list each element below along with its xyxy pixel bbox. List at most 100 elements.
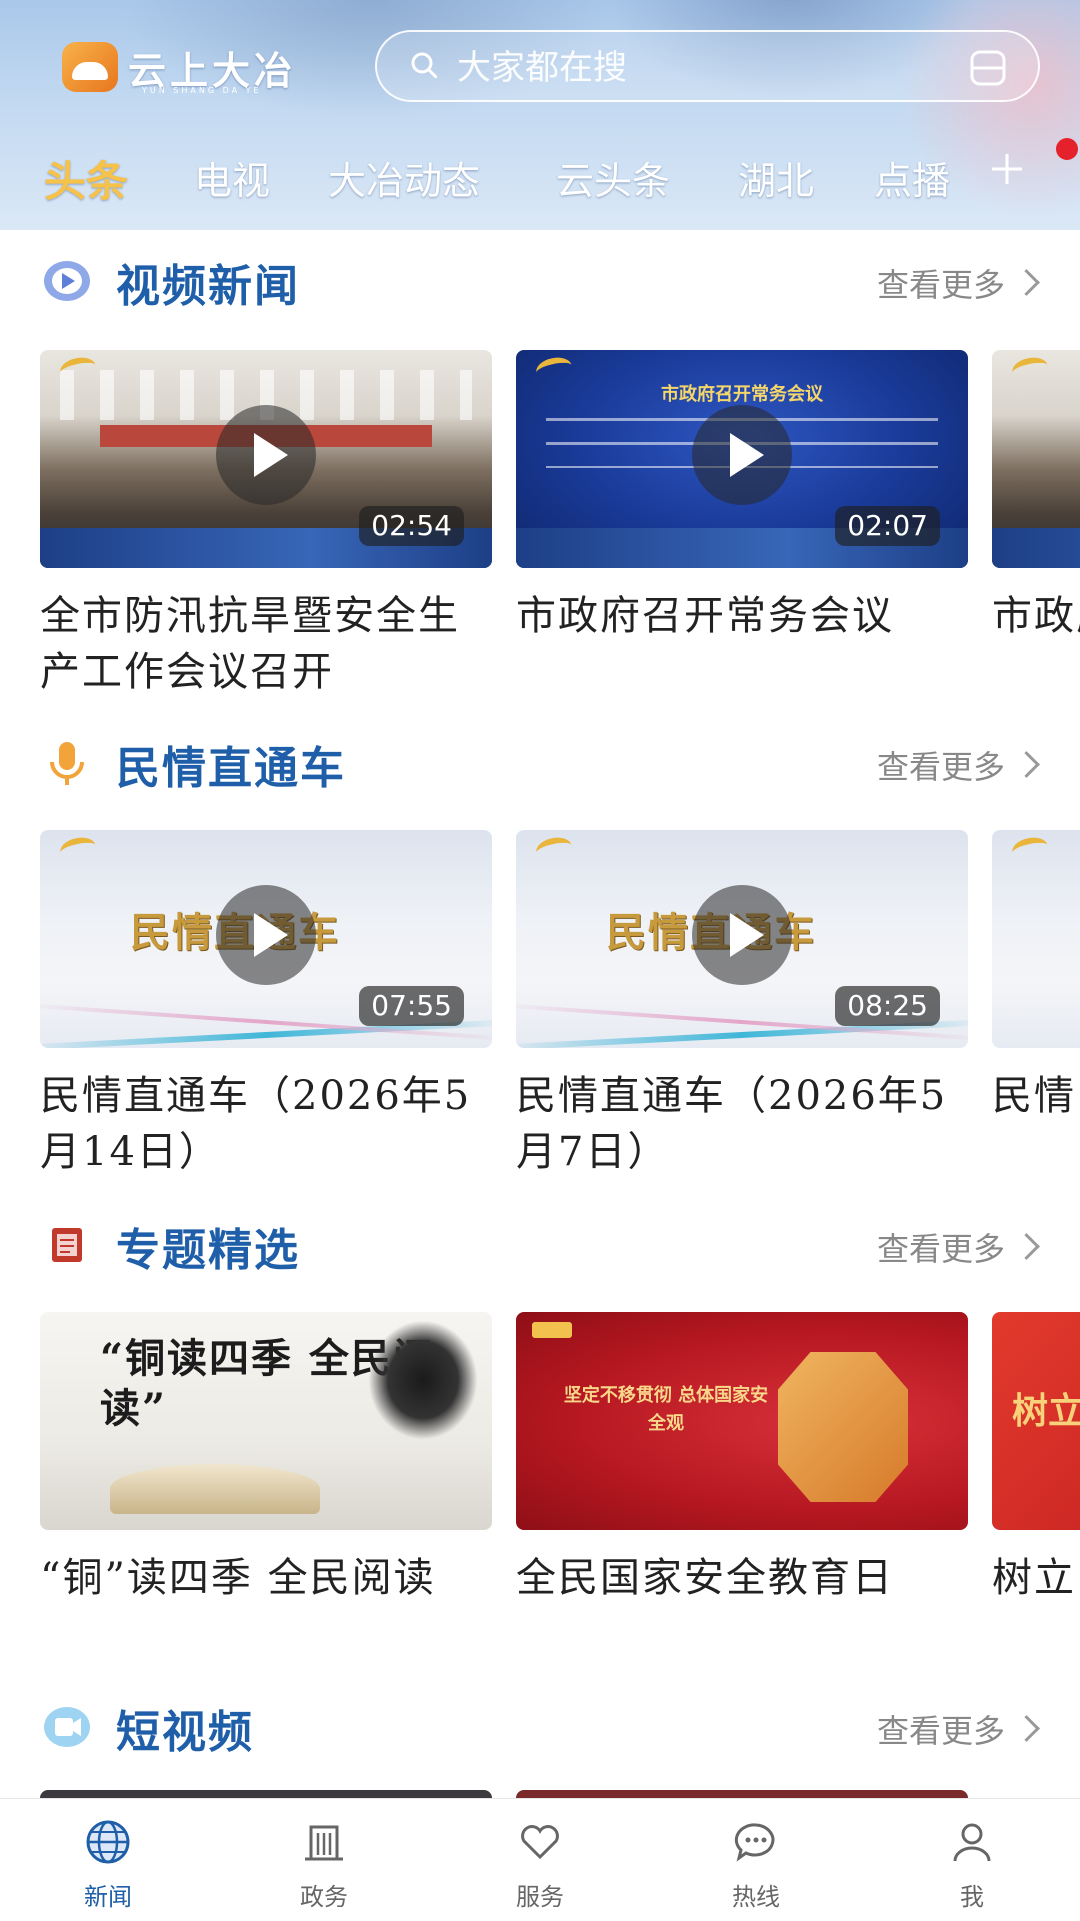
tab-hubei[interactable]: 湖北 <box>738 150 814 205</box>
tab-news[interactable]: 新闻 <box>0 1799 216 1921</box>
video-thumbnail[interactable] <box>992 350 1080 568</box>
topic-thumbnail[interactable]: 坚定不移贯彻 总体国家安全观 <box>516 1312 968 1530</box>
user-icon <box>953 1823 991 1862</box>
topic-book-icon <box>52 1228 82 1262</box>
video-thumbnail[interactable]: 市政府召开常务会议 02:07 <box>516 350 968 568</box>
tab-me[interactable]: 我 <box>864 1799 1080 1921</box>
tab-daye-news[interactable]: 大冶动态 <box>328 150 480 205</box>
video-title[interactable]: 市政府…和践… <box>992 588 1080 644</box>
video-duration: 02:07 <box>835 506 940 546</box>
video-card[interactable]: 市政府…和践… <box>992 350 1080 644</box>
see-more-label: 查看更多 <box>876 748 1005 786</box>
notification-dot <box>1056 138 1078 160</box>
video-title[interactable]: 民情…年4… <box>992 1068 1080 1124</box>
add-channel-icon[interactable] <box>990 152 1024 186</box>
tab-label: 热线 <box>732 1883 780 1911</box>
video-thumbnail[interactable]: 民情直通车 08:25 <box>516 830 968 1048</box>
play-button-icon[interactable] <box>216 885 316 985</box>
tab-tv[interactable]: 电视 <box>194 150 270 205</box>
app-header: 云上大冶 YUN SHANG DA YE 头条 电视 大冶动态 云头条 湖北 点… <box>0 0 1080 230</box>
open-book-art <box>110 1464 320 1514</box>
app-logo[interactable]: 云上大冶 YUN SHANG DA YE <box>62 40 322 100</box>
video-duration: 08:25 <box>835 986 940 1026</box>
topic-title[interactable]: “铜”读四季 全民阅读 <box>40 1550 492 1606</box>
video-title[interactable]: 民情直通车（2026年5月14日） <box>40 1068 492 1180</box>
building-icon <box>305 1825 343 1861</box>
thumb-art <box>992 528 1080 568</box>
chat-bubble-icon <box>734 1823 775 1862</box>
scan-icon[interactable] <box>968 48 1008 88</box>
calligraphy-art <box>368 1320 478 1440</box>
globe-icon <box>86 1820 130 1864</box>
topic-title[interactable]: 全民国家安全教育日 <box>516 1550 968 1606</box>
chevron-right-icon <box>1013 269 1040 296</box>
see-more-link[interactable]: 查看更多 <box>876 742 1040 788</box>
video-thumbnail[interactable] <box>992 830 1080 1048</box>
topic-slogan: 树立 <box>1012 1390 1080 1432</box>
chevron-right-icon <box>1013 1715 1040 1742</box>
tab-cloud-headlines[interactable]: 云头条 <box>556 150 670 205</box>
video-card[interactable]: 民情直通车 08:25 民情直通车（2026年5月7日） <box>516 830 968 1180</box>
logo-icon <box>62 42 118 92</box>
chevron-right-icon <box>1013 751 1040 778</box>
video-title[interactable]: 市政府召开常务会议 <box>516 588 968 644</box>
tab-label: 我 <box>960 1883 984 1911</box>
video-thumbnail[interactable]: 02:54 <box>40 350 492 568</box>
topic-thumbnail[interactable]: 树立 <box>992 1312 1080 1530</box>
tab-hotline[interactable]: 热线 <box>648 1799 864 1921</box>
section-title: 视频新闻 <box>116 261 300 312</box>
bottom-tab-bar: 新闻 政务 服务 热线 我 <box>0 1798 1080 1921</box>
see-more-link[interactable]: 查看更多 <box>876 1224 1040 1270</box>
search-icon[interactable] <box>411 52 437 78</box>
section-featured-topics-header: 专题精选 查看更多 <box>0 1210 1080 1280</box>
video-title[interactable]: 全市防汛抗旱暨安全生产工作会议召开 <box>40 588 492 700</box>
channel-logo-icon <box>1010 834 1050 864</box>
tab-label: 新闻 <box>84 1883 132 1911</box>
topic-card[interactable]: “铜读四季 全民阅读” “铜”读四季 全民阅读 <box>40 1312 492 1606</box>
heart-icon <box>521 1825 559 1860</box>
topic-card[interactable]: 坚定不移贯彻 总体国家安全观 全民国家安全教育日 <box>516 1312 968 1606</box>
play-circle-icon <box>44 261 90 301</box>
see-more-label: 查看更多 <box>876 266 1005 304</box>
section-public-affairs-header: 民情直通车 查看更多 <box>0 728 1080 798</box>
see-more-link[interactable]: 查看更多 <box>877 1706 1040 1752</box>
topic-badge <box>532 1322 572 1338</box>
security-cube-art <box>778 1352 908 1502</box>
chevron-right-icon <box>1013 1233 1040 1260</box>
tab-label: 服务 <box>516 1883 564 1911</box>
channel-logo-icon <box>58 834 98 864</box>
topic-thumbnail[interactable]: “铜读四季 全民阅读” <box>40 1312 492 1530</box>
thumbnail-headline: 市政府召开常务会议 <box>661 384 823 405</box>
tab-government[interactable]: 政务 <box>216 1799 432 1921</box>
featured-topics-carousel[interactable]: “铜读四季 全民阅读” “铜”读四季 全民阅读 坚定不移贯彻 总体国家安全观 全… <box>40 1312 1080 1692</box>
section-title: 专题精选 <box>116 1225 300 1276</box>
microphone-icon <box>50 742 84 785</box>
play-button-icon[interactable] <box>216 405 316 505</box>
topic-card[interactable]: 树立 树立…观 <box>992 1312 1080 1606</box>
video-card[interactable]: 市政府召开常务会议 02:07 市政府召开常务会议 <box>516 350 968 644</box>
tab-label: 政务 <box>300 1883 348 1911</box>
section-title: 短视频 <box>116 1707 254 1758</box>
tab-headlines[interactable]: 头条 <box>44 148 128 209</box>
video-duration: 07:55 <box>359 986 464 1026</box>
topic-slogan: 坚定不移贯彻 总体国家安全观 <box>563 1385 769 1434</box>
play-button-icon[interactable] <box>692 405 792 505</box>
video-card[interactable]: 民情…年4… <box>992 830 1080 1124</box>
topic-title[interactable]: 树立…观 <box>992 1550 1080 1606</box>
public-affairs-carousel[interactable]: 民情直通车 07:55 民情直通车（2026年5月14日） 民情直通车 08:2… <box>40 830 1080 1210</box>
video-thumbnail[interactable]: 民情直通车 07:55 <box>40 830 492 1048</box>
play-button-icon[interactable] <box>692 885 792 985</box>
video-card[interactable]: 民情直通车 07:55 民情直通车（2026年5月14日） <box>40 830 492 1180</box>
search-bar[interactable] <box>375 30 1040 102</box>
video-card[interactable]: 02:54 全市防汛抗旱暨安全生产工作会议召开 <box>40 350 492 700</box>
video-title[interactable]: 民情直通车（2026年5月7日） <box>516 1068 968 1180</box>
see-more-link[interactable]: 查看更多 <box>876 260 1040 306</box>
short-video-icon <box>44 1707 90 1747</box>
tab-on-demand[interactable]: 点播 <box>874 150 950 205</box>
search-input[interactable] <box>455 44 919 92</box>
video-news-carousel[interactable]: 02:54 全市防汛抗旱暨安全生产工作会议召开 市政府召开常务会议 02:07 … <box>40 350 1080 730</box>
channel-logo-icon <box>1010 354 1050 384</box>
video-duration: 02:54 <box>359 506 464 546</box>
tab-services[interactable]: 服务 <box>432 1799 648 1921</box>
see-more-label: 查看更多 <box>876 1230 1005 1268</box>
